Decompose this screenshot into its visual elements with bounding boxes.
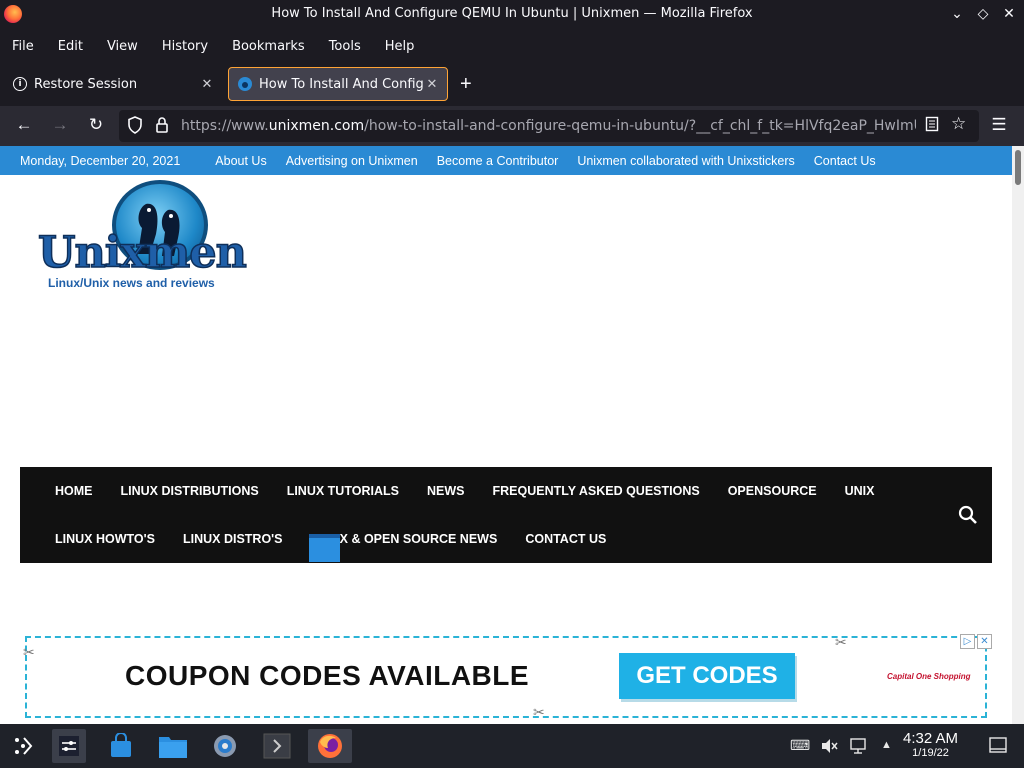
url-domain: unixmen.com <box>268 118 365 134</box>
file-manager-icon[interactable] <box>156 729 190 763</box>
top-link-contributor[interactable]: Become a Contributor <box>437 154 559 168</box>
menu-edit[interactable]: Edit <box>58 39 83 54</box>
nav-faq[interactable]: FREQUENTLY ASKED QUESTIONS <box>492 484 699 498</box>
ad-banner[interactable]: ✂ ✂ ✂ COUPON CODES AVAILABLE GET CODES C… <box>23 634 987 720</box>
close-window-icon[interactable]: ✕ <box>1002 5 1016 22</box>
site-logo[interactable]: Unixmen Linux/Unix news and reviews <box>36 178 248 293</box>
info-icon: i <box>12 76 28 92</box>
url-bar[interactable]: https://www.unixmen.com/how-to-install-a… <box>119 110 979 142</box>
tab-qemu-article[interactable]: How To Install And Configure QEMU In Ubu… <box>228 67 448 101</box>
window-title: How To Install And Configure QEMU In Ubu… <box>271 6 753 21</box>
shield-icon[interactable] <box>127 116 143 137</box>
top-link-advertising[interactable]: Advertising on Unixmen <box>286 154 418 168</box>
top-link-unixstickers[interactable]: Unixmen collaborated with Unixstickers <box>577 154 794 168</box>
volume-muted-icon[interactable] <box>820 737 838 758</box>
menu-file[interactable]: File <box>12 39 34 54</box>
ad-close-icon[interactable]: ✕ <box>977 634 992 649</box>
url-prefix: https://www. <box>181 118 269 134</box>
menu-tools[interactable]: Tools <box>329 39 361 54</box>
ad-choices-icon[interactable]: ▷ <box>960 634 975 649</box>
main-navigation: HOME LINUX DISTRIBUTIONS LINUX TUTORIALS… <box>20 467 992 563</box>
nav-contact-us[interactable]: CONTACT US <box>525 532 606 546</box>
get-codes-button[interactable]: GET CODES <box>619 653 795 699</box>
terminal-icon[interactable] <box>260 729 294 763</box>
site-top-bar: Monday, December 20, 2021 About Us Adver… <box>0 146 1012 175</box>
page-scrollbar[interactable] <box>1012 146 1024 724</box>
ad-headline: COUPON CODES AVAILABLE <box>125 660 530 691</box>
logo-wordmark: Unixmen <box>37 227 247 279</box>
keyboard-icon[interactable]: ⌨ <box>790 737 810 754</box>
logo-tagline: Linux/Unix news and reviews <box>48 276 215 290</box>
nav-linux-distros[interactable]: LINUX DISTRO'S <box>183 532 283 546</box>
taskbar: ⌨ ▲ 4:32 AM 1/19/22 <box>0 724 1024 768</box>
menu-help[interactable]: Help <box>385 39 415 54</box>
discover-store-icon[interactable] <box>104 729 138 763</box>
ad-controls: ▷ ✕ <box>960 634 992 649</box>
menu-bookmarks[interactable]: Bookmarks <box>232 39 305 54</box>
navigation-toolbar: ← → ↻ https://www.unixmen.com/how-to-ins… <box>0 106 1024 146</box>
folder-icon <box>309 534 340 562</box>
ad-brand-logo: Capital One Shopping <box>887 672 971 681</box>
top-link-about-us[interactable]: About Us <box>215 154 266 168</box>
hamburger-menu-icon[interactable]: ☰ <box>988 115 1010 135</box>
window-titlebar: How To Install And Configure QEMU In Ubu… <box>0 0 1024 29</box>
system-settings-sliders-icon[interactable] <box>52 729 86 763</box>
nav-unix[interactable]: UNIX <box>845 484 875 498</box>
search-icon[interactable] <box>958 505 978 530</box>
menu-history[interactable]: History <box>162 39 208 54</box>
network-icon[interactable] <box>850 737 868 758</box>
scrollbar-thumb[interactable] <box>1015 150 1021 185</box>
scissors-icon: ✂ <box>835 634 847 650</box>
menu-bar: File Edit View History Bookmarks Tools H… <box>0 29 1024 63</box>
top-link-contact-us[interactable]: Contact Us <box>814 154 876 168</box>
app-launcher-icon[interactable] <box>6 729 40 763</box>
lock-icon[interactable] <box>155 116 169 137</box>
nav-news[interactable]: NEWS <box>427 484 465 498</box>
show-desktop-icon[interactable] <box>989 736 1007 757</box>
forward-icon[interactable]: → <box>49 115 71 135</box>
nav-linux-tutorials[interactable]: LINUX TUTORIALS <box>287 484 399 498</box>
clock-time: 4:32 AM <box>903 730 959 747</box>
nav-linux-distributions[interactable]: LINUX DISTRIBUTIONS <box>121 484 259 498</box>
page-favicon-icon <box>237 76 253 92</box>
firefox-taskbar-icon[interactable] <box>308 729 352 763</box>
nav-opensource[interactable]: OPENSOURCE <box>728 484 817 498</box>
settings-gear-icon[interactable] <box>208 729 242 763</box>
url-path: /how-to-install-and-configure-qemu-in-ub… <box>364 118 916 134</box>
tray-expand-icon[interactable]: ▲ <box>881 739 892 751</box>
system-clock[interactable]: 4:32 AM 1/19/22 <box>903 730 958 759</box>
tab-label: How To Install And Configure QEMU In Ubu… <box>259 76 423 92</box>
tab-restore-session[interactable]: i Restore Session ✕ <box>4 67 222 101</box>
menu-view[interactable]: View <box>107 39 138 54</box>
maximize-icon[interactable]: ◇ <box>976 5 990 22</box>
scissors-icon: ✂ <box>23 644 35 660</box>
close-tab-icon[interactable]: ✕ <box>198 77 216 92</box>
site-date: Monday, December 20, 2021 <box>20 153 181 168</box>
reader-view-icon[interactable] <box>925 116 939 135</box>
tab-strip: i Restore Session ✕ How To Install And C… <box>0 63 1024 106</box>
bookmark-star-icon[interactable]: ☆ <box>951 114 966 134</box>
scissors-icon: ✂ <box>533 704 545 720</box>
back-icon[interactable]: ← <box>13 115 35 135</box>
clock-date: 1/19/22 <box>912 747 949 759</box>
new-tab-icon[interactable]: + <box>460 73 472 96</box>
url-text[interactable]: https://www.unixmen.com/how-to-install-a… <box>181 118 916 134</box>
close-tab-icon[interactable]: ✕ <box>423 77 441 92</box>
minimize-icon[interactable]: ⌄ <box>950 5 964 22</box>
reload-icon[interactable]: ↻ <box>85 115 107 135</box>
tab-label: Restore Session <box>34 76 138 92</box>
nav-home[interactable]: HOME <box>55 484 93 498</box>
nav-linux-howtos[interactable]: LINUX HOWTO'S <box>55 532 155 546</box>
